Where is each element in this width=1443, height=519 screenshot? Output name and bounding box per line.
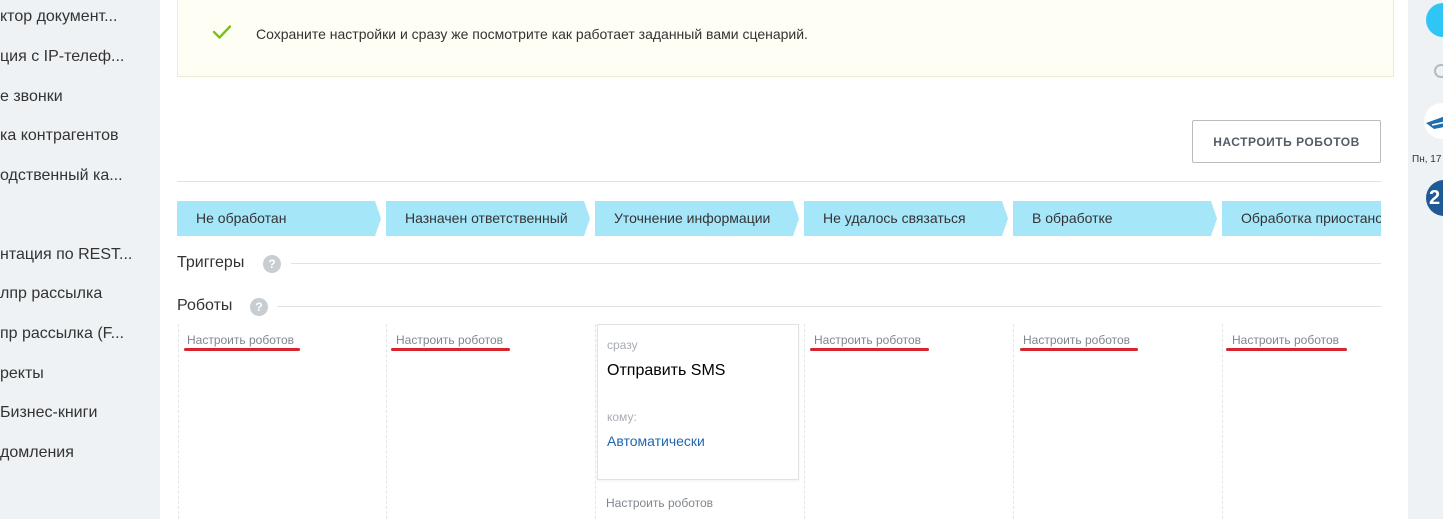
robot-recipient-value[interactable]: Автоматически	[607, 433, 705, 449]
left-sidebar: ктор документ... ция с IP-телеф... е зво…	[0, 0, 160, 519]
configure-robots-link-stage-3[interactable]: Настроить роботов	[606, 496, 713, 510]
notifications-icon[interactable]	[1426, 3, 1443, 37]
stages-bar: Не обработан Назначен ответственный Уточ…	[177, 201, 1381, 236]
robots-title: Роботы	[177, 297, 233, 314]
configure-robots-link-stage-2[interactable]: Настроить роботов	[396, 333, 503, 347]
avatar[interactable]	[1424, 103, 1443, 139]
sidebar-item-projects[interactable]: ректы	[0, 365, 44, 383]
right-panel: Пн, 17 2	[1408, 0, 1443, 519]
sidebar-item-document-constructor[interactable]: ктор документ...	[0, 8, 117, 26]
info-banner: Сохраните настройки и сразу же посмотрит…	[177, 0, 1394, 77]
check-icon	[212, 25, 232, 39]
sidebar-item-production-calendar[interactable]: одственный ка...	[0, 167, 123, 185]
search-icon[interactable]	[1434, 64, 1443, 78]
sidebar-item-notifications[interactable]: домления	[0, 444, 74, 462]
stage-paused[interactable]: Обработка приостановлена	[1222, 201, 1381, 236]
column-separator	[386, 324, 387, 519]
counter-badge[interactable]: 2	[1426, 180, 1443, 216]
calendar-date: Пн, 17	[1412, 154, 1442, 165]
red-underline	[184, 348, 300, 351]
robot-name: Отправить SMS	[607, 362, 726, 379]
column-separator	[1222, 324, 1223, 519]
red-underline	[1020, 348, 1138, 351]
robot-recipient-label: кому:	[607, 410, 637, 424]
configure-robots-link-stage-6[interactable]: Настроить роботов	[1232, 333, 1339, 347]
stage-assigned[interactable]: Назначен ответственный	[386, 201, 590, 236]
triggers-help-icon[interactable]: ?	[263, 255, 281, 273]
column-separator	[178, 324, 179, 519]
robot-when: сразу	[607, 338, 638, 352]
sidebar-item-contractor-check[interactable]: ка контрагентов	[0, 127, 119, 145]
main-content: Сохраните настройки и сразу же посмотрит…	[160, 0, 1408, 519]
column-separator	[1013, 324, 1014, 519]
sidebar-item-ip-telephony[interactable]: ция с IP-телеф...	[0, 48, 124, 66]
triggers-title: Триггеры	[177, 254, 245, 271]
avatar-image	[1426, 116, 1443, 129]
sidebar-item-calls[interactable]: е звонки	[0, 88, 63, 106]
robot-card-send-sms[interactable]: сразу Отправить SMS кому: Автоматически	[597, 324, 799, 480]
stage-in-progress[interactable]: В обработке	[1013, 201, 1217, 236]
sidebar-item-business-books[interactable]: Бизнес-книги	[0, 404, 97, 422]
stage-clarification[interactable]: Уточнение информации	[595, 201, 799, 236]
sidebar-item-mailing-f[interactable]: пр рассылка (F...	[0, 325, 124, 343]
stage-failed-contact[interactable]: Не удалось связаться	[804, 201, 1008, 236]
configure-robots-link-stage-5[interactable]: Настроить роботов	[1023, 333, 1130, 347]
sidebar-item-rest-docs[interactable]: нтация по REST...	[0, 246, 132, 264]
configure-robots-button[interactable]: НАСТРОИТЬ РОБОТОВ	[1192, 120, 1381, 163]
red-underline	[1226, 348, 1347, 351]
robots-help-icon[interactable]: ?	[250, 298, 268, 316]
sidebar-item-mailing[interactable]: лпр рассылка	[0, 285, 102, 303]
configure-robots-link-stage-4[interactable]: Настроить роботов	[814, 333, 921, 347]
red-underline	[810, 348, 929, 351]
stage-not-processed[interactable]: Не обработан	[177, 201, 381, 236]
triggers-line	[291, 263, 1381, 264]
robots-line	[277, 306, 1381, 307]
red-underline	[391, 348, 510, 351]
configure-robots-link-stage-1[interactable]: Настроить роботов	[187, 333, 294, 347]
divider	[177, 181, 1381, 182]
column-separator	[595, 324, 596, 519]
column-separator	[804, 324, 805, 519]
banner-text: Сохраните настройки и сразу же посмотрит…	[256, 26, 808, 42]
